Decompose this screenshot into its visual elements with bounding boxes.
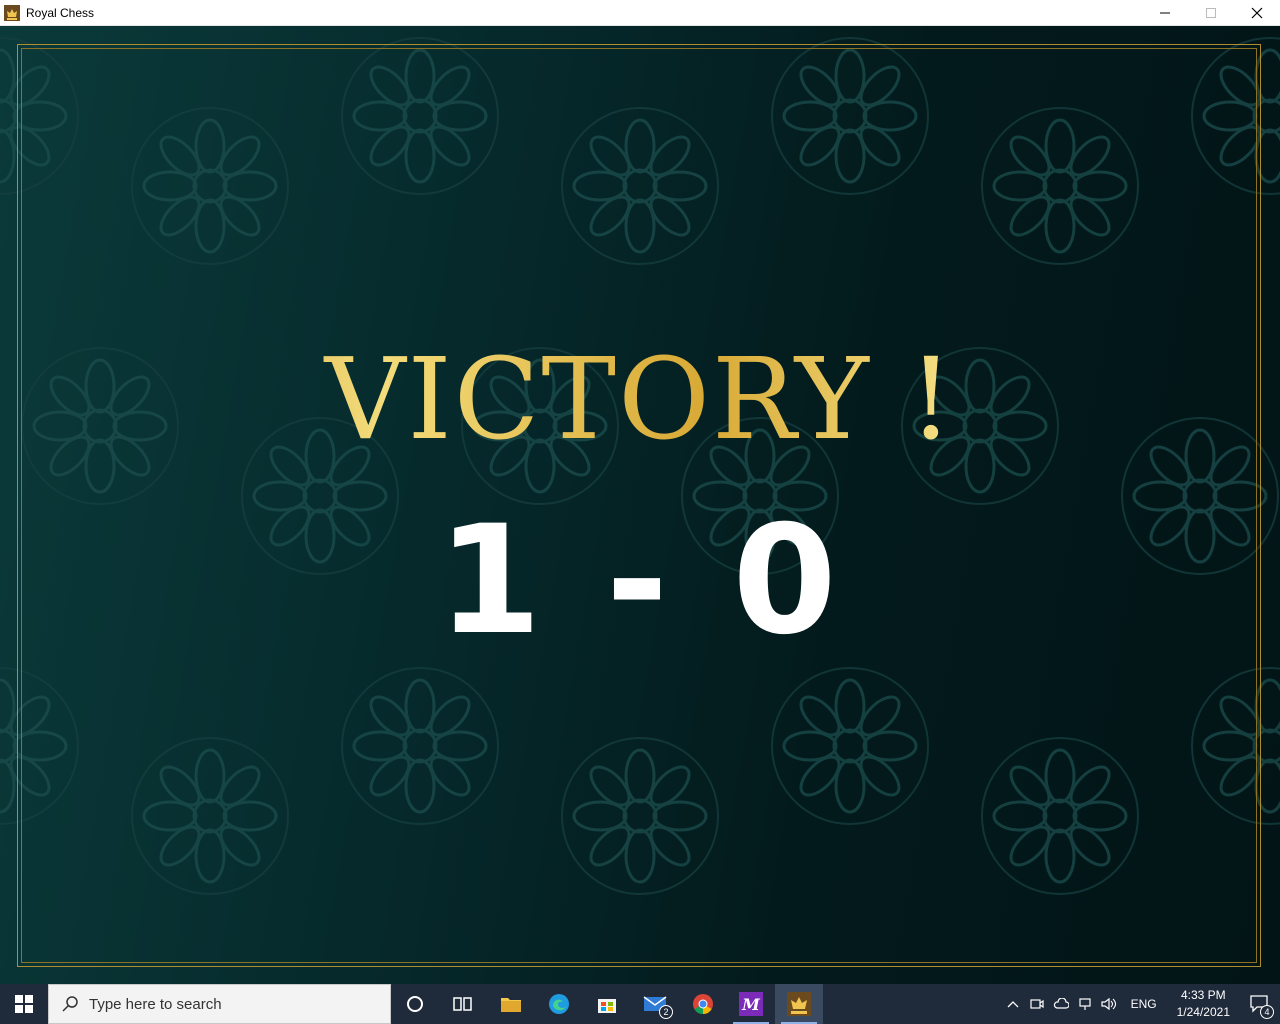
- search-icon: [62, 996, 78, 1012]
- store-icon: [598, 999, 616, 1013]
- chevron-up-icon: [1007, 1001, 1019, 1008]
- taskbar-store[interactable]: [583, 984, 631, 1024]
- game-screen[interactable]: VICTORY ! 1 - 0: [0, 26, 1280, 984]
- network-icon: [1078, 998, 1091, 1010]
- cloud-icon: [1053, 998, 1069, 1009]
- close-icon: [1251, 7, 1263, 19]
- victory-headline: VICTORY !: [0, 344, 1280, 456]
- maximize-button[interactable]: [1188, 0, 1234, 26]
- match-score: 1 - 0: [437, 494, 843, 668]
- chess-king-icon: [4, 4, 20, 21]
- taskbar-edge[interactable]: [535, 984, 583, 1024]
- clock[interactable]: 4:33 PM 1/24/2021: [1167, 987, 1240, 1021]
- speaker-icon: [1100, 997, 1116, 1011]
- taskbar-chrome[interactable]: [679, 984, 727, 1024]
- search-placeholder: Type here to search: [89, 995, 222, 1013]
- minimize-button[interactable]: [1142, 0, 1188, 26]
- mail-badge: 2: [659, 1005, 673, 1019]
- taskbar-royal-chess[interactable]: [775, 984, 823, 1024]
- maximize-icon: [1206, 8, 1216, 18]
- taskbar-m-app[interactable]: M: [727, 984, 775, 1024]
- start-button[interactable]: [0, 984, 48, 1024]
- clock-date: 1/24/2021: [1176, 1005, 1230, 1019]
- close-button[interactable]: [1234, 0, 1280, 26]
- system-tray: ENG 4:33 PM 1/24/2021 4: [1001, 984, 1280, 1024]
- edge-icon: [549, 994, 569, 1014]
- tray-volume[interactable]: [1097, 984, 1121, 1024]
- task-view-icon: [453, 997, 472, 1011]
- folder-icon: [501, 998, 521, 1012]
- tray-onedrive[interactable]: [1049, 984, 1073, 1024]
- tray-network[interactable]: [1073, 984, 1097, 1024]
- svg-text:M: M: [741, 995, 761, 1014]
- taskbar-search-box[interactable]: Type here to search: [48, 984, 391, 1024]
- tray-meet-now[interactable]: [1025, 984, 1049, 1024]
- circle-icon: [407, 996, 423, 1012]
- minimize-icon: [1160, 12, 1170, 14]
- camera-icon: [1029, 999, 1044, 1009]
- action-center-button[interactable]: 4: [1240, 984, 1280, 1024]
- notification-count: 4: [1260, 1005, 1274, 1019]
- clock-time: 4:33 PM: [1180, 988, 1226, 1002]
- taskbar: Type here to search 2 M ENG 4:33 PM 1/24…: [0, 984, 1280, 1024]
- taskbar-task-view[interactable]: [439, 984, 487, 1024]
- window-controls: [1142, 0, 1280, 26]
- window-titlebar[interactable]: Royal Chess: [0, 0, 1280, 26]
- taskbar-file-explorer[interactable]: [487, 984, 535, 1024]
- input-language[interactable]: ENG: [1121, 997, 1167, 1011]
- m-app-icon: M: [739, 992, 763, 1016]
- show-hidden-icons-button[interactable]: [1001, 984, 1025, 1024]
- windows-logo-icon: [15, 995, 33, 1013]
- chess-king-icon: [787, 992, 811, 1016]
- chrome-icon: [693, 994, 713, 1015]
- window-title: Royal Chess: [26, 5, 95, 20]
- taskbar-cortana[interactable]: [391, 984, 439, 1024]
- taskbar-mail[interactable]: 2: [631, 984, 679, 1024]
